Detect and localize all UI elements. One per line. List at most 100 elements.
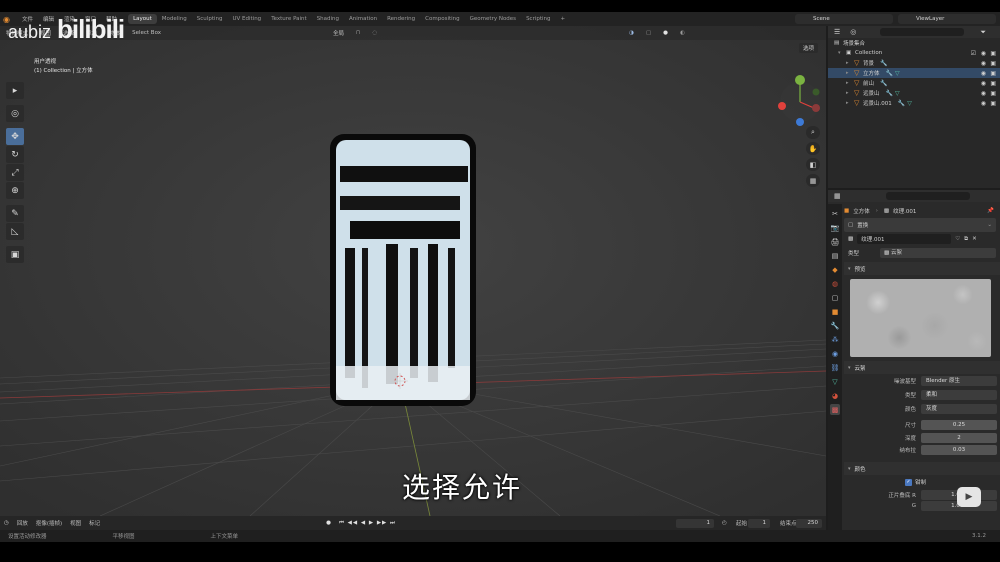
noise-basis-dropdown[interactable]: Blender 原生 xyxy=(921,376,997,386)
eye-icon[interactable]: ◉ xyxy=(981,80,986,87)
expand-chevron-icon[interactable]: ▸ xyxy=(846,100,854,106)
expand-chevron-icon[interactable]: ▸ xyxy=(846,70,854,76)
scale-tool-icon[interactable]: ⤢ xyxy=(6,164,24,181)
menu-timeline-view[interactable]: 视图 xyxy=(66,519,85,527)
checkbox-icon[interactable]: ☑ xyxy=(971,50,976,57)
outliner-item[interactable]: ▸ ▽ 前山 🔧 ◉ ▣ xyxy=(828,78,1000,88)
menu-marker[interactable]: 标记 xyxy=(85,519,104,527)
record-icon[interactable]: ● xyxy=(322,520,335,526)
outliner-item[interactable]: ▸ ▽ 远景山.001 🔧 ▽ ◉ ▣ xyxy=(828,98,1000,108)
colors-section-header[interactable]: ▾ 颜色 xyxy=(844,462,1000,475)
collection-tab-icon[interactable]: ▢ xyxy=(830,292,840,303)
pin-icon[interactable]: 📌 xyxy=(987,208,994,214)
tab-sculpting[interactable]: Sculpting xyxy=(192,14,228,24)
eye-icon[interactable]: ◉ xyxy=(981,100,986,107)
shading-material-icon[interactable]: ◐ xyxy=(674,30,691,36)
view-layer-tab-icon[interactable]: ▤ xyxy=(830,250,840,261)
menu-playback[interactable]: 回放 xyxy=(13,519,32,527)
data-tab-icon[interactable]: ▽ xyxy=(830,376,840,387)
texture-name-field[interactable]: 纹理.001 xyxy=(857,234,952,244)
slot-dropdown-icon[interactable]: ⌄ xyxy=(987,222,992,228)
current-frame-field[interactable]: 1 xyxy=(676,519,714,528)
menu-keying[interactable]: 抠像(插帧) xyxy=(32,519,66,527)
modifier-tab-icon[interactable]: 🔧 xyxy=(830,320,840,331)
options-dropdown[interactable]: 选项 xyxy=(798,43,818,53)
eye-icon[interactable]: ◉ xyxy=(981,90,986,97)
measure-tool-icon[interactable]: ◺ xyxy=(6,223,24,240)
select-box-dropdown[interactable]: Select Box xyxy=(126,30,167,36)
select-tool-icon[interactable]: ▸ xyxy=(6,82,24,99)
navigation-gizmo[interactable] xyxy=(776,70,824,130)
shading-solid-icon[interactable]: ● xyxy=(657,30,674,36)
properties-search-input[interactable] xyxy=(886,192,970,200)
tab-uv-editing[interactable]: UV Editing xyxy=(227,14,266,24)
eye-icon[interactable]: ◉ xyxy=(981,60,986,67)
camera-icon[interactable]: ▣ xyxy=(990,70,996,77)
camera-icon[interactable]: ▣ xyxy=(990,60,996,67)
3d-viewport[interactable]: 物体模式 视图 选择 添加 物体 Select Box 全局 ⊓ ◌ ◑ ▢ ●… xyxy=(0,26,826,516)
nabla-field[interactable]: 0.03 xyxy=(921,445,997,455)
move-tool-icon[interactable]: ✥ xyxy=(6,128,24,145)
playback-controls[interactable]: ⏮ ◀◀ ◀ ▶ ▶▶ ⏭ xyxy=(335,520,400,527)
tab-layout[interactable]: Layout xyxy=(128,14,157,24)
camera-icon[interactable]: ▣ xyxy=(990,90,996,97)
render-tab-icon[interactable]: 📷 xyxy=(830,222,840,233)
outliner-editor-icon[interactable]: ☰ xyxy=(834,28,840,36)
tab-shading[interactable]: Shading xyxy=(312,14,344,24)
size-field[interactable]: 0.25 xyxy=(921,420,997,430)
camera-view-icon[interactable]: ◧ xyxy=(806,158,820,171)
tab-rendering[interactable]: Rendering xyxy=(382,14,420,24)
type-dropdown[interactable]: ▩ 云絮 xyxy=(880,248,996,258)
duplicate-icon[interactable]: ⧉ xyxy=(964,236,968,243)
end-frame-field[interactable]: 250 xyxy=(796,519,822,528)
snap-icon[interactable]: ⊓ xyxy=(350,30,366,36)
tab-compositing[interactable]: Compositing xyxy=(420,14,464,24)
expand-chevron-icon[interactable]: ▸ xyxy=(846,60,854,66)
tab-modeling[interactable]: Modeling xyxy=(157,14,192,24)
depth-field[interactable]: 2 xyxy=(921,433,997,443)
tool-tab-icon[interactable]: ✂ xyxy=(830,208,840,219)
texture-slot-row[interactable]: ▢ 置换 ⌄ xyxy=(844,218,996,232)
texture-browse-icon[interactable]: ▩ xyxy=(848,236,853,242)
preview-section-header[interactable]: ▾ 预览 xyxy=(844,262,1000,275)
physics-tab-icon[interactable]: ◉ xyxy=(830,348,840,359)
add-cube-tool-icon[interactable]: ▣ xyxy=(6,246,24,263)
start-frame-field[interactable]: 1 xyxy=(748,519,770,528)
eye-icon[interactable]: ◉ xyxy=(981,70,986,77)
camera-icon[interactable]: ▣ xyxy=(990,50,996,57)
collection-row[interactable]: ▾ ▣ Collection ☑ ◉ ▣ xyxy=(828,48,1000,58)
expand-chevron-icon[interactable]: ▸ xyxy=(846,80,854,86)
cloud-type-dropdown[interactable]: 柔和 xyxy=(921,390,997,400)
editor-type-icon[interactable]: ◷ xyxy=(0,520,13,526)
unlink-icon[interactable]: ✕ xyxy=(972,236,977,242)
outliner-search-input[interactable] xyxy=(880,28,964,36)
tab-texture-paint[interactable]: Texture Paint xyxy=(266,14,312,24)
transform-orientation-dropdown[interactable]: 全局 xyxy=(327,29,350,37)
pan-hand-icon[interactable]: ✋ xyxy=(806,142,820,155)
proportional-edit-icon[interactable]: ◌ xyxy=(366,30,383,36)
camera-icon[interactable]: ▣ xyxy=(990,100,996,107)
texture-tab-icon[interactable]: ▩ xyxy=(830,404,840,415)
outliner-item[interactable]: ▸ ▽ 远景山 🔧 ▽ ◉ ▣ xyxy=(828,88,1000,98)
transform-tool-icon[interactable]: ⊕ xyxy=(6,182,24,199)
properties-editor-icon[interactable]: ▦ xyxy=(834,192,841,200)
outliner-item-selected[interactable]: ▸ ▽ 立方体 🔧 ▽ ◉ ▣ xyxy=(828,68,1000,78)
xray-icon[interactable]: ▢ xyxy=(640,30,657,36)
clouds-section-header[interactable]: ▾ 云絮 xyxy=(844,361,1000,374)
camera-icon[interactable]: ▣ xyxy=(990,80,996,87)
scene-collection-row[interactable]: ▤ 场景集合 xyxy=(828,38,1000,48)
expand-chevron-icon[interactable]: ▸ xyxy=(846,90,854,96)
material-tab-icon[interactable]: ◕ xyxy=(830,390,840,401)
cursor-tool-icon[interactable]: ◎ xyxy=(6,105,24,122)
filter-icon[interactable]: ⏷ xyxy=(980,28,986,37)
add-workspace-button[interactable]: + xyxy=(556,14,571,24)
rotate-tool-icon[interactable]: ↻ xyxy=(6,146,24,163)
eye-icon[interactable]: ◉ xyxy=(981,50,986,57)
overlays-icon[interactable]: ◑ xyxy=(623,30,640,36)
clamp-checkbox[interactable]: ✓ xyxy=(905,478,912,486)
zoom-icon[interactable]: ⌕ xyxy=(806,126,820,139)
world-tab-icon[interactable]: ◍ xyxy=(830,278,840,289)
color-mode-dropdown[interactable]: 灰度 xyxy=(921,404,997,414)
particles-tab-icon[interactable]: ⁂ xyxy=(830,334,840,345)
outliner-item[interactable]: ▸ ▽ 背景 🔧 ◉ ▣ xyxy=(828,58,1000,68)
